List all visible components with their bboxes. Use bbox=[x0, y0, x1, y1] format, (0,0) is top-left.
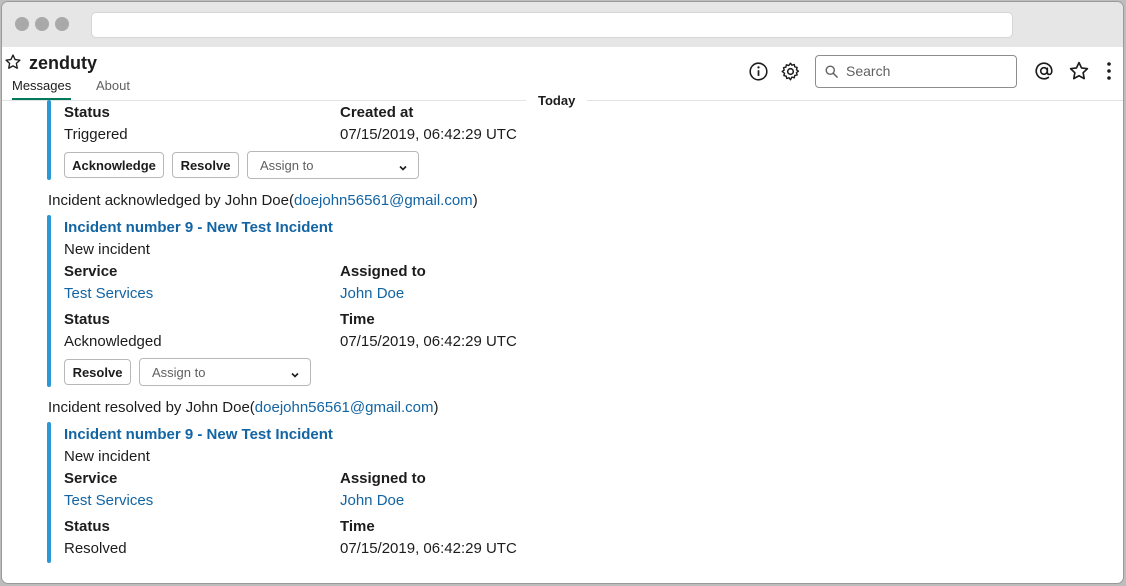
service-label: Service bbox=[64, 263, 118, 280]
status-value: Acknowledged bbox=[64, 333, 162, 350]
message-close-paren: ) bbox=[472, 192, 478, 209]
assigned-to-label: Assigned to bbox=[340, 470, 426, 487]
attachment-accent-bar bbox=[47, 422, 51, 563]
incident-description: New incident bbox=[64, 241, 150, 258]
assignee-link[interactable]: John Doe bbox=[340, 492, 404, 509]
assigned-to-label: Assigned to bbox=[340, 263, 426, 280]
app-window: zenduty Messages About Search Today Stat… bbox=[2, 2, 1123, 583]
incident-title-link[interactable]: Incident number 9 - New Test Incident bbox=[64, 426, 333, 443]
email-link[interactable]: doejohn56561@gmail.com bbox=[294, 192, 473, 209]
time-value: 07/15/2019, 06:42:29 UTC bbox=[340, 333, 517, 350]
status-label: Status bbox=[64, 518, 110, 535]
info-icon[interactable] bbox=[748, 61, 769, 87]
more-vertical-icon[interactable] bbox=[1102, 61, 1116, 86]
window-minimize-dot[interactable] bbox=[35, 17, 49, 31]
tab-messages[interactable]: Messages bbox=[12, 78, 72, 100]
message-text: Incident resolved by John Doe( bbox=[48, 399, 255, 416]
search-input[interactable]: Search bbox=[815, 55, 1017, 88]
assign-to-value: Assign to bbox=[152, 365, 206, 380]
time-label: Time bbox=[340, 311, 375, 328]
created-at-label: Created at bbox=[340, 104, 414, 121]
search-icon bbox=[824, 64, 839, 84]
message-text: Incident acknowledged by John Doe( bbox=[48, 192, 294, 209]
mention-icon[interactable] bbox=[1033, 60, 1055, 87]
time-value: 07/15/2019, 06:42:29 UTC bbox=[340, 540, 517, 557]
tab-about[interactable]: About bbox=[96, 78, 130, 98]
search-placeholder: Search bbox=[846, 63, 891, 79]
service-link[interactable]: Test Services bbox=[64, 492, 153, 509]
message-close-paren: ) bbox=[433, 399, 439, 416]
service-label: Service bbox=[64, 470, 118, 487]
email-link[interactable]: doejohn56561@gmail.com bbox=[255, 399, 434, 416]
status-label: Status bbox=[64, 104, 110, 121]
chevron-down-icon bbox=[290, 367, 300, 385]
date-divider-label: Today bbox=[526, 93, 588, 108]
attachment-accent-bar bbox=[47, 215, 51, 387]
window-zoom-dot[interactable] bbox=[55, 17, 69, 31]
incident-title-link[interactable]: Incident number 9 - New Test Incident bbox=[64, 219, 333, 236]
resolve-button[interactable]: Resolve bbox=[64, 359, 131, 385]
address-bar[interactable] bbox=[91, 12, 1013, 38]
service-link[interactable]: Test Services bbox=[64, 285, 153, 302]
status-value: Resolved bbox=[64, 540, 127, 557]
message-acknowledged: Incident acknowledged by John Doe(doejoh… bbox=[48, 192, 478, 209]
assign-to-select[interactable]: Assign to bbox=[247, 151, 419, 179]
time-label: Time bbox=[340, 518, 375, 535]
status-label: Status bbox=[64, 311, 110, 328]
gear-icon[interactable] bbox=[780, 61, 801, 87]
star-icon[interactable] bbox=[4, 53, 22, 76]
assign-to-select[interactable]: Assign to bbox=[139, 358, 311, 386]
resolve-button[interactable]: Resolve bbox=[172, 152, 239, 178]
assign-to-value: Assign to bbox=[260, 158, 314, 173]
acknowledge-button[interactable]: Acknowledge bbox=[64, 152, 164, 178]
channel-name[interactable]: zenduty bbox=[29, 53, 97, 74]
window-close-dot[interactable] bbox=[15, 17, 29, 31]
incident-description: New incident bbox=[64, 448, 150, 465]
chevron-down-icon bbox=[398, 160, 408, 178]
message-resolved: Incident resolved by John Doe(doejohn565… bbox=[48, 399, 438, 416]
created-at-value: 07/15/2019, 06:42:29 UTC bbox=[340, 126, 517, 143]
browser-chrome bbox=[2, 2, 1123, 47]
assignee-link[interactable]: John Doe bbox=[340, 285, 404, 302]
status-value: Triggered bbox=[64, 126, 128, 143]
bookmark-star-icon[interactable] bbox=[1068, 60, 1090, 87]
attachment-accent-bar bbox=[47, 100, 51, 180]
